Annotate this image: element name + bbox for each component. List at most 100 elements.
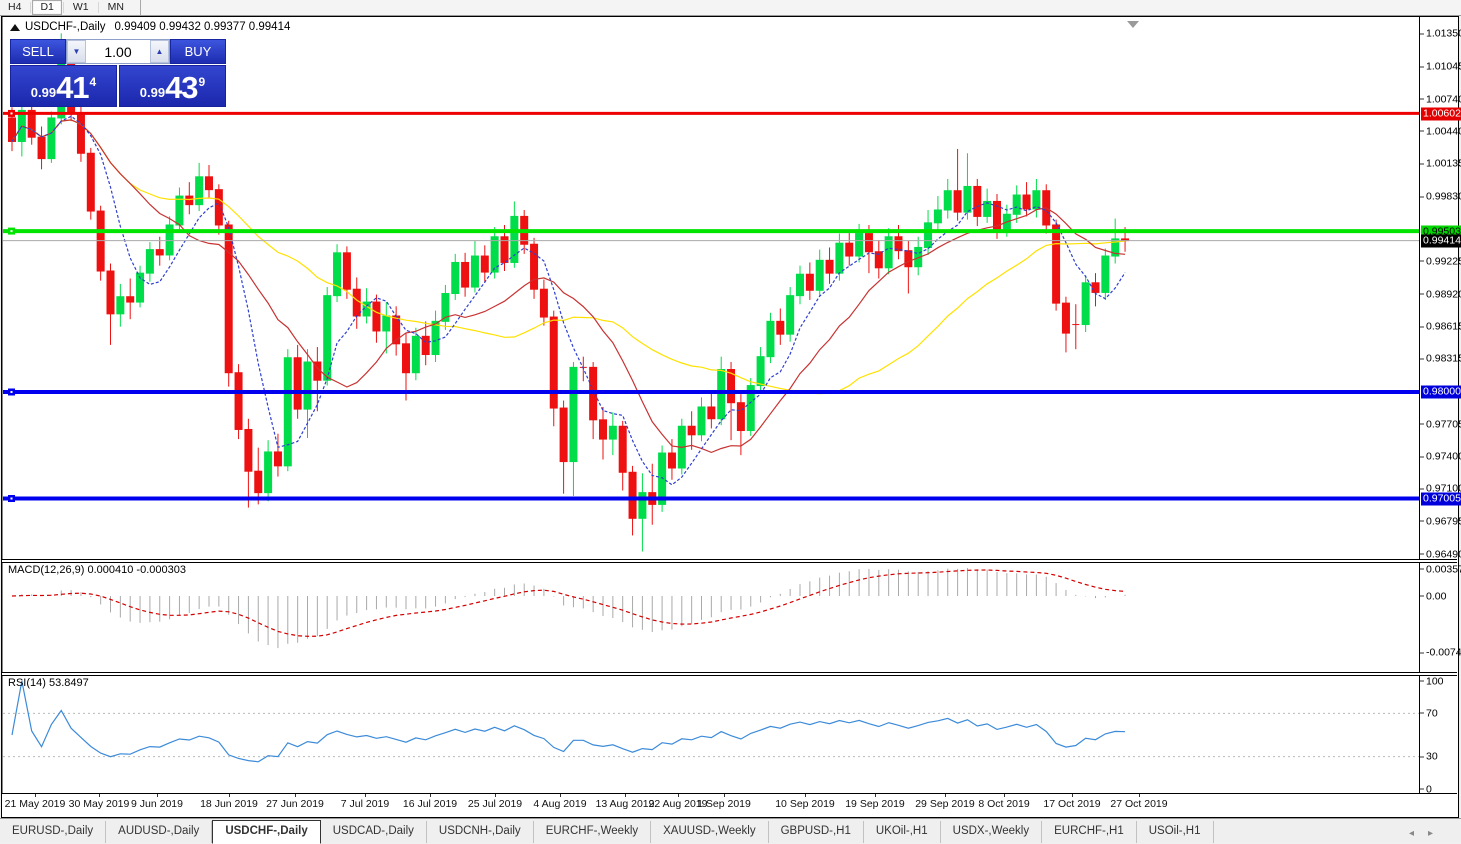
date-label: 8 Oct 2019 xyxy=(978,798,1029,810)
chart-tab-audusddaily[interactable]: AUDUSD-,Daily xyxy=(106,821,212,843)
date-label: 7 Jul 2019 xyxy=(341,798,389,810)
date-label: 27 Jun 2019 xyxy=(266,798,324,810)
toolbar-divider xyxy=(63,2,64,13)
period-toolbar: H4D1 W1MN xyxy=(0,0,1461,16)
rsi-axis-label: 100 xyxy=(1420,675,1444,688)
date-label: 30 May 2019 xyxy=(69,798,130,810)
toolbar-divider xyxy=(98,2,99,13)
date-tick xyxy=(1072,794,1073,797)
date-label: 13 Aug 2019 xyxy=(596,798,655,810)
sell-price-panel[interactable]: 0.99 41 4 xyxy=(10,65,117,107)
date-tick xyxy=(157,794,158,797)
price-axis[interactable]: 1.013501.010451.007401.004401.001350.998… xyxy=(1419,17,1458,794)
chart-tab-eurusddaily[interactable]: EURUSD-,Daily xyxy=(0,821,106,843)
rsi-line xyxy=(12,681,1125,762)
date-tick xyxy=(875,794,876,797)
period-tab-w1[interactable]: W1 xyxy=(65,0,97,15)
chart-tab-ukoilh1[interactable]: UKOil-,H1 xyxy=(864,821,941,843)
candlesticks xyxy=(9,33,1129,551)
price-axis-tick: 1.00740 xyxy=(1420,93,1461,106)
date-tick xyxy=(495,794,496,797)
chart-tab-usdxweekly[interactable]: USDX-,Weekly xyxy=(941,821,1042,843)
macd-pane[interactable] xyxy=(3,562,1419,670)
price-badge-1.00602: 1.00602 xyxy=(1421,107,1461,120)
sell-price-big: 41 xyxy=(56,73,88,103)
chart-title: USDCHF-,Daily 0.99409 0.99432 0.99377 0.… xyxy=(10,21,290,33)
date-label: 4 Aug 2019 xyxy=(533,798,586,810)
date-label: 17 Oct 2019 xyxy=(1043,798,1100,810)
date-tick xyxy=(805,794,806,797)
date-tick xyxy=(945,794,946,797)
date-label: 27 Oct 2019 xyxy=(1110,798,1167,810)
date-tick xyxy=(1139,794,1140,797)
buy-price-small: 0.99 xyxy=(140,85,165,100)
date-label: 18 Jun 2019 xyxy=(200,798,258,810)
price-axis-tick: 0.96795 xyxy=(1420,515,1461,528)
chart-shift-marker[interactable] xyxy=(1127,21,1139,28)
macd-indicator-label: MACD(12,26,9) 0.000410 -0.000303 xyxy=(8,564,186,576)
price-axis-tick: 0.98315 xyxy=(1420,352,1461,365)
period-tab-d1[interactable]: D1 xyxy=(32,0,61,15)
macd-axis-label: 0.00 xyxy=(1420,590,1446,603)
buy-price-big: 43 xyxy=(165,73,197,103)
date-label: 9 Jun 2019 xyxy=(131,798,183,810)
price-axis-tick: 1.00135 xyxy=(1420,157,1461,170)
price-badge-0.97005: 0.97005 xyxy=(1421,493,1461,506)
toolbar-section-divider xyxy=(140,0,141,15)
tab-scroll-arrows[interactable]: ◂▸ xyxy=(1409,828,1447,839)
sell-button[interactable]: SELL xyxy=(10,39,66,64)
volume-input[interactable] xyxy=(86,40,150,63)
volume-increase-button[interactable]: ▲ xyxy=(150,40,169,63)
date-label: 25 Jul 2019 xyxy=(468,798,522,810)
period-tab-mn[interactable]: MN xyxy=(100,0,132,15)
sell-price-small: 0.99 xyxy=(31,85,56,100)
date-axis[interactable]: 21 May 201930 May 20199 Jun 2019 18 Jun 2… xyxy=(2,793,1457,817)
chart-tab-gbpusdh1[interactable]: GBPUSD-,H1 xyxy=(769,821,864,843)
chart-tab-usdcnhdaily[interactable]: USDCNH-,Daily xyxy=(427,821,534,843)
chart-tab-usdcaddaily[interactable]: USDCAD-,Daily xyxy=(321,821,427,843)
price-axis-tick: 1.01045 xyxy=(1420,60,1461,73)
date-tick xyxy=(678,794,679,797)
date-label: 19 Sep 2019 xyxy=(845,798,905,810)
price-axis-tick: 0.98615 xyxy=(1420,320,1461,333)
price-axis-tick: 0.98920 xyxy=(1420,288,1461,301)
price-axis-tick: 0.99830 xyxy=(1420,190,1461,203)
date-tick xyxy=(365,794,366,797)
sell-price-sup: 4 xyxy=(90,75,97,89)
date-tick xyxy=(35,794,36,797)
price-axis-tick: 0.99225 xyxy=(1420,255,1461,268)
date-tick xyxy=(229,794,230,797)
buy-price-panel[interactable]: 0.99 43 9 xyxy=(119,65,226,107)
chart-window: USDCHF-,Daily 0.99409 0.99432 0.99377 0.… xyxy=(1,16,1459,818)
date-tick xyxy=(1004,794,1005,797)
chart-tab-usdchfdaily[interactable]: USDCHF-,Daily xyxy=(212,820,320,844)
chart-tab-eurchfh1[interactable]: EURCHF-,H1 xyxy=(1042,821,1137,843)
rsi-indicator-label: RSI(14) 53.8497 xyxy=(8,677,89,689)
price-badge-0.98000: 0.98000 xyxy=(1421,386,1461,399)
chart-tab-usoilh1[interactable]: USOil-,H1 xyxy=(1137,821,1214,843)
date-tick xyxy=(724,794,725,797)
buy-price-sup: 9 xyxy=(199,75,206,89)
date-label: 10 Sep 2019 xyxy=(775,798,835,810)
macd-axis-label: 0.003574 xyxy=(1420,563,1461,576)
period-tab-h4[interactable]: H4 xyxy=(0,0,29,15)
price-axis-tick: 0.97400 xyxy=(1420,450,1461,463)
volume-decrease-button[interactable]: ▼ xyxy=(67,40,86,63)
price-badge-0.99414: 0.99414 xyxy=(1421,235,1461,248)
buy-button[interactable]: BUY xyxy=(170,39,226,64)
date-label: 1 Sep 2019 xyxy=(697,798,751,810)
chart-symbol-label: USDCHF-,Daily xyxy=(25,21,106,33)
one-click-trading-widget: SELL ▼ ▲ BUY 0.99 41 4 0.99 43 9 xyxy=(10,39,226,107)
date-tick xyxy=(295,794,296,797)
chart-tab-eurchfweekly[interactable]: EURCHF-,Weekly xyxy=(534,821,651,843)
chart-tab-xauusdweekly[interactable]: XAUUSD-,Weekly xyxy=(651,821,768,843)
date-label: 21 May 2019 xyxy=(5,798,66,810)
price-axis-tick: 1.01350 xyxy=(1420,27,1461,40)
rsi-axis-label: 30 xyxy=(1420,750,1438,763)
date-tick xyxy=(99,794,100,797)
toolbar-divider xyxy=(30,2,31,13)
date-label: 16 Jul 2019 xyxy=(403,798,457,810)
date-tick xyxy=(560,794,561,797)
rsi-pane[interactable] xyxy=(3,675,1419,791)
chart-ohlc-values: 0.99409 0.99432 0.99377 0.99414 xyxy=(115,21,291,33)
